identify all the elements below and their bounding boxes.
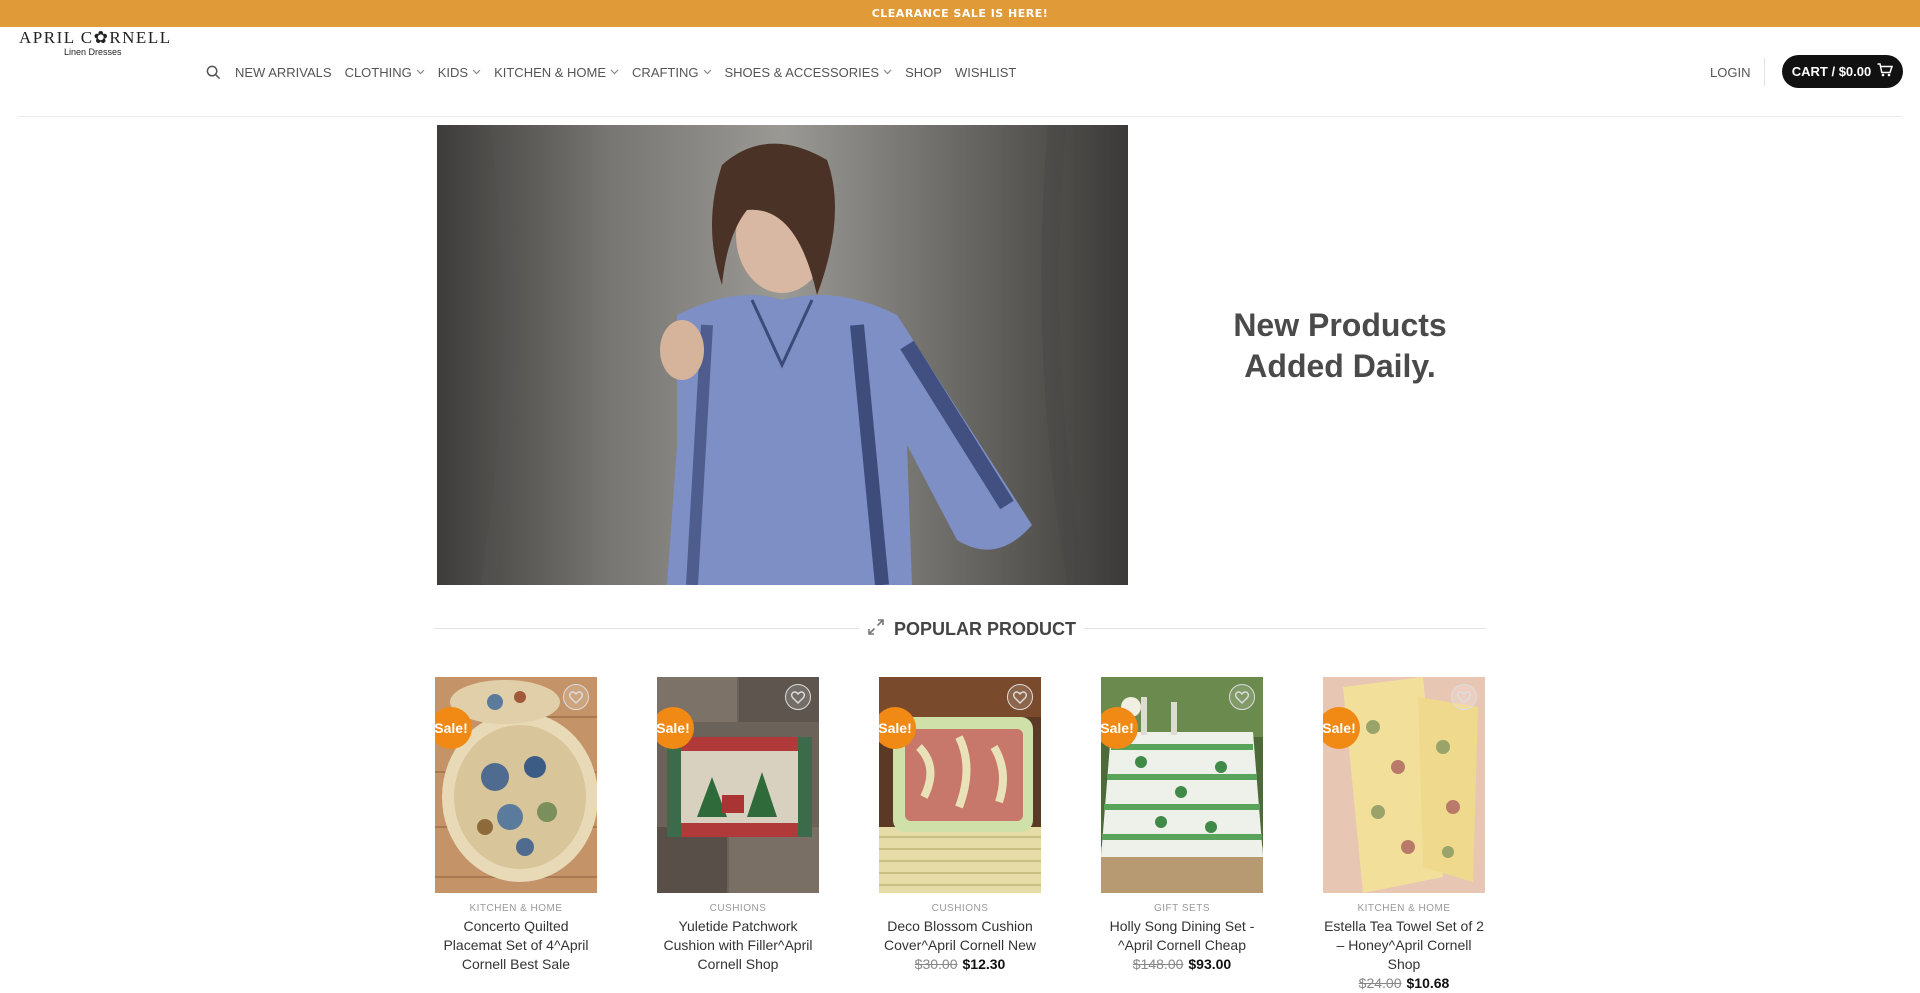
product-category: KITCHEN & HOME	[469, 903, 563, 914]
product-image[interactable]: Sale!	[879, 677, 1041, 893]
announcement-banner[interactable]: CLEARANCE SALE IS HERE!	[0, 0, 1920, 27]
section-rule-left	[434, 628, 859, 629]
product-price: $24.00 $10.68	[1323, 974, 1485, 993]
product-name[interactable]: Estella Tea Towel Set of 2 – Honey^April…	[1323, 917, 1485, 974]
product-price: $30.00 $12.30	[879, 955, 1041, 974]
nav-item-kids[interactable]: KIDS	[438, 65, 481, 80]
original-price: $24.00	[1358, 975, 1402, 991]
section-title: POPULAR PRODUCT	[859, 612, 1085, 646]
wishlist-heart-icon[interactable]	[563, 684, 589, 710]
hero-image[interactable]	[437, 125, 1128, 585]
header-divider	[1764, 58, 1765, 86]
product-image[interactable]: Sale!	[1323, 677, 1485, 893]
nav-item-shop[interactable]: SHOP	[905, 65, 942, 80]
product-card[interactable]: Sale! KITCHEN & HOME Estella Tea Towel S…	[1323, 677, 1485, 993]
product-category: CUSHIONS	[931, 903, 989, 914]
logo-tagline: Linen Dresses	[64, 47, 122, 57]
search-icon[interactable]	[203, 62, 223, 82]
product-name[interactable]: Holly Song Dining Set -^April Cornell Ch…	[1101, 917, 1263, 955]
chevron-down-icon	[472, 69, 481, 75]
wishlist-heart-icon[interactable]	[1229, 684, 1255, 710]
chevron-down-icon	[610, 69, 619, 75]
nav-item-new-arrivals[interactable]: NEW ARRIVALS	[235, 65, 332, 80]
chevron-down-icon	[416, 69, 425, 75]
nav-item-kitchen-home[interactable]: KITCHEN & HOME	[494, 65, 619, 80]
sale-price: $10.68	[1406, 975, 1450, 991]
cart-button[interactable]: CART / $0.00	[1782, 55, 1903, 88]
nav-item-crafting[interactable]: CRAFTING	[632, 65, 711, 80]
section-rule-right	[1061, 628, 1486, 629]
hero-line-1: New Products	[1233, 307, 1447, 343]
cart-icon	[1877, 63, 1894, 80]
original-price: $148.00	[1132, 956, 1184, 972]
wishlist-heart-icon[interactable]	[1451, 684, 1477, 710]
header-separator	[18, 116, 1902, 117]
section-header: POPULAR PRODUCT	[434, 612, 1486, 646]
product-name[interactable]: Yuletide Patchwork Cushion with Filler^A…	[657, 917, 819, 974]
login-link[interactable]: LOGIN	[1710, 27, 1750, 117]
nav-item-shoes-accessories[interactable]: SHOES & ACCESSORIES	[725, 65, 893, 80]
product-card[interactable]: Sale! KITCHEN & HOME Concerto Quilted Pl…	[435, 677, 597, 974]
product-category: CUSHIONS	[709, 903, 767, 914]
logo-text: APRIL C✿RNELL	[19, 28, 172, 47]
product-category: KITCHEN & HOME	[1357, 903, 1451, 914]
product-price: $148.00 $93.00	[1101, 955, 1263, 974]
product-card[interactable]: Sale! GIFT SETS Holly Song Dining Set -^…	[1101, 677, 1263, 974]
chevron-down-icon	[703, 69, 712, 75]
wishlist-heart-icon[interactable]	[785, 684, 811, 710]
product-image[interactable]: Sale!	[1101, 677, 1263, 893]
cart-label: CART / $0.00	[1791, 64, 1872, 79]
sale-price: $93.00	[1188, 956, 1232, 972]
site-logo[interactable]: APRIL C✿RNELL Linen Dresses	[19, 28, 171, 60]
product-image[interactable]: Sale!	[657, 677, 819, 893]
wishlist-heart-icon[interactable]	[1007, 684, 1033, 710]
product-card[interactable]: Sale! CUSHIONS Deco Blossom Cushion Cove…	[879, 677, 1041, 974]
product-name[interactable]: Concerto Quilted Placemat Set of 4^April…	[435, 917, 597, 974]
nav-item-wishlist[interactable]: WISHLIST	[955, 65, 1016, 80]
product-name[interactable]: Deco Blossom Cushion Cover^April Cornell…	[879, 917, 1041, 955]
product-card[interactable]: Sale! CUSHIONS Yuletide Patchwork Cushio…	[657, 677, 819, 974]
main-nav: NEW ARRIVALS CLOTHING KIDS KITCHEN & HOM…	[203, 27, 1029, 117]
product-category: GIFT SETS	[1154, 903, 1210, 914]
product-image[interactable]: Sale!	[435, 677, 597, 893]
original-price: $30.00	[914, 956, 958, 972]
announcement-text: CLEARANCE SALE IS HERE!	[871, 7, 1049, 20]
nav-item-clothing[interactable]: CLOTHING	[345, 65, 425, 80]
sale-price: $12.30	[962, 956, 1006, 972]
expand-icon	[867, 618, 885, 641]
chevron-down-icon	[883, 69, 892, 75]
hero-line-2: Added Daily.	[1244, 348, 1436, 384]
hero-headline: New Products Added Daily.	[1180, 305, 1500, 387]
